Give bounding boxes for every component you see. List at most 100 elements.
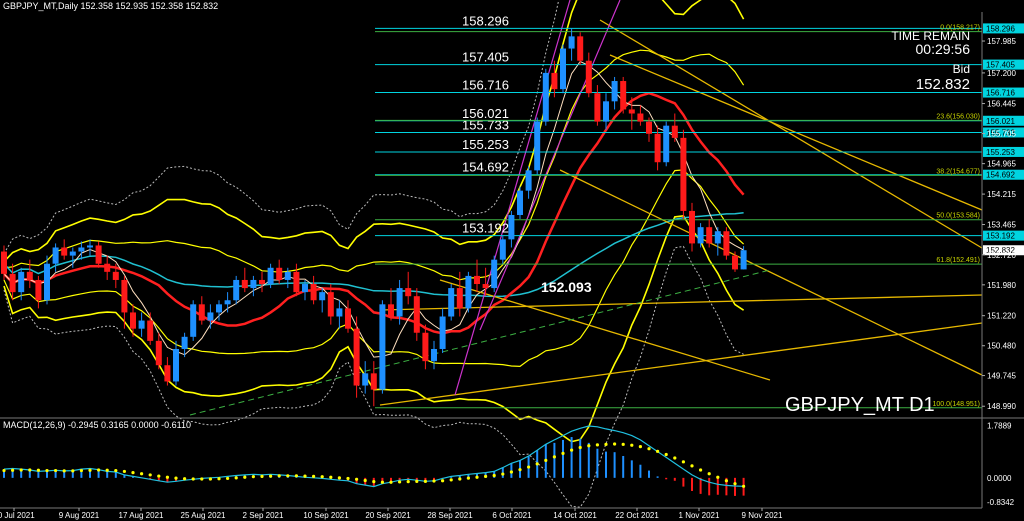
price-chart[interactable]: 158.296 157.405 156.716 156.021 155.733 155.2… xyxy=(0,0,1024,521)
macd-signal-dot xyxy=(441,479,445,483)
candle-bear xyxy=(680,137,687,211)
macd-signal-dot xyxy=(527,465,531,469)
candle-bear xyxy=(388,304,394,317)
candle-bear xyxy=(654,133,661,163)
candle-bull xyxy=(302,284,308,293)
macd-signal-dot xyxy=(217,477,221,481)
candle-bear xyxy=(155,340,162,366)
macd-signal-dot xyxy=(88,468,92,472)
y-tick-label: 149.745 xyxy=(987,372,1016,381)
macd-signal-dot xyxy=(604,442,608,446)
macd-signal-dot xyxy=(724,479,729,483)
macd-signal-dot xyxy=(587,444,591,448)
candle-bull xyxy=(439,316,446,349)
macd-signal-dot xyxy=(699,468,703,472)
candle-bear xyxy=(121,279,128,313)
level-label: 153.192 xyxy=(462,221,509,236)
macd-signal-dot xyxy=(389,480,393,484)
candle-bear xyxy=(61,247,68,256)
macd-signal-dot xyxy=(62,469,66,473)
macd-tick-label: 1.7889 xyxy=(987,422,1012,431)
y-tick-label: 152.720 xyxy=(987,251,1016,260)
y-tick-label: 154.215 xyxy=(987,190,1016,199)
macd-signal-dot xyxy=(260,474,264,478)
fib-label: 100.0(148.951) xyxy=(933,401,980,408)
macd-signal-dot xyxy=(320,475,324,479)
fib-label: 23.6(156.030) xyxy=(936,113,980,120)
candle-bull xyxy=(267,267,274,285)
x-date-label: 20 Sep 2021 xyxy=(365,511,411,520)
fib-label: 38.2(154.677) xyxy=(936,168,980,175)
macd-signal-dot xyxy=(423,479,427,483)
candle-bull xyxy=(207,312,214,321)
macd-signal-dot xyxy=(131,471,135,475)
macd-signal-dot xyxy=(277,474,281,478)
candle-bear xyxy=(732,255,738,270)
candle-bull xyxy=(379,304,386,390)
candle-bull xyxy=(740,250,747,270)
candle-bull xyxy=(362,373,369,386)
candle-bull xyxy=(181,336,188,349)
macd-signal-dot xyxy=(105,468,109,472)
y-tick-label: 148.990 xyxy=(987,402,1016,411)
macd-signal-dot xyxy=(630,443,634,447)
candle-bull xyxy=(224,300,231,305)
candle-bear xyxy=(310,284,317,301)
candle-bull xyxy=(568,36,575,49)
macd-signal-dot xyxy=(174,476,178,480)
candle-bull xyxy=(611,81,618,102)
candle-bear xyxy=(95,245,102,264)
macd-signal-dot xyxy=(742,484,746,488)
candle-bear xyxy=(646,121,652,134)
macd-signal-dot xyxy=(140,472,144,476)
price-box-label: 153.192 xyxy=(986,232,1015,241)
macd-signal-dot xyxy=(664,452,668,457)
fib-label: 61.8(152.491) xyxy=(936,257,980,264)
candle-bear xyxy=(276,267,283,280)
candle-bear xyxy=(723,231,730,256)
candle-bear xyxy=(482,284,489,289)
macd-signal-dot xyxy=(183,477,187,481)
candle-bull xyxy=(18,271,25,293)
macd-signal-dot xyxy=(226,476,230,481)
y-tick-label: 151.980 xyxy=(987,281,1016,290)
macd-signal-dot xyxy=(346,476,350,481)
x-date-label: 14 Oct 2021 xyxy=(553,511,597,520)
candle-bear xyxy=(9,273,16,293)
macd-signal-dot xyxy=(286,474,290,478)
candle-bull xyxy=(560,48,566,90)
macd-signal-dot xyxy=(638,445,643,449)
candle-bear xyxy=(147,320,154,341)
candle-bear xyxy=(689,210,695,244)
candle-bull xyxy=(448,288,455,317)
candle-bear xyxy=(456,288,463,309)
x-date-label: 22 Oct 2021 xyxy=(615,511,659,520)
candle-bear xyxy=(706,227,713,244)
macd-signal-dot xyxy=(621,442,625,446)
x-date-label: 10 Sep 2021 xyxy=(303,511,349,520)
macd-signal-dot xyxy=(45,468,49,473)
macd-signal-dot xyxy=(372,480,376,484)
x-date-label: 6 Oct 2021 xyxy=(492,511,532,520)
macd-signal-dot xyxy=(157,474,161,478)
macd-tick-label: -0.8342 xyxy=(987,498,1015,507)
candle-bull xyxy=(517,190,523,215)
time-remain-value: 00:29:56 xyxy=(916,41,971,57)
candle-bull xyxy=(542,72,549,122)
y-tick-label: 151.220 xyxy=(987,312,1016,321)
macd-signal-dot xyxy=(11,468,15,472)
macd-signal-dot xyxy=(415,479,419,483)
y-tick-label: 150.480 xyxy=(987,342,1016,351)
macd-signal-dot xyxy=(432,479,436,483)
macd-signal-dot xyxy=(656,449,660,453)
level-label: 155.253 xyxy=(462,137,509,152)
candle-bear xyxy=(637,113,644,122)
macd-signal-dot xyxy=(200,477,204,481)
candle-bear xyxy=(1,251,7,274)
macd-signal-dot xyxy=(294,474,298,478)
candle-bear xyxy=(585,60,592,94)
bid-label: Bid xyxy=(953,62,970,76)
candle-bear xyxy=(628,109,635,114)
candle-bear xyxy=(327,292,334,317)
macd-signal-dot xyxy=(398,480,402,484)
